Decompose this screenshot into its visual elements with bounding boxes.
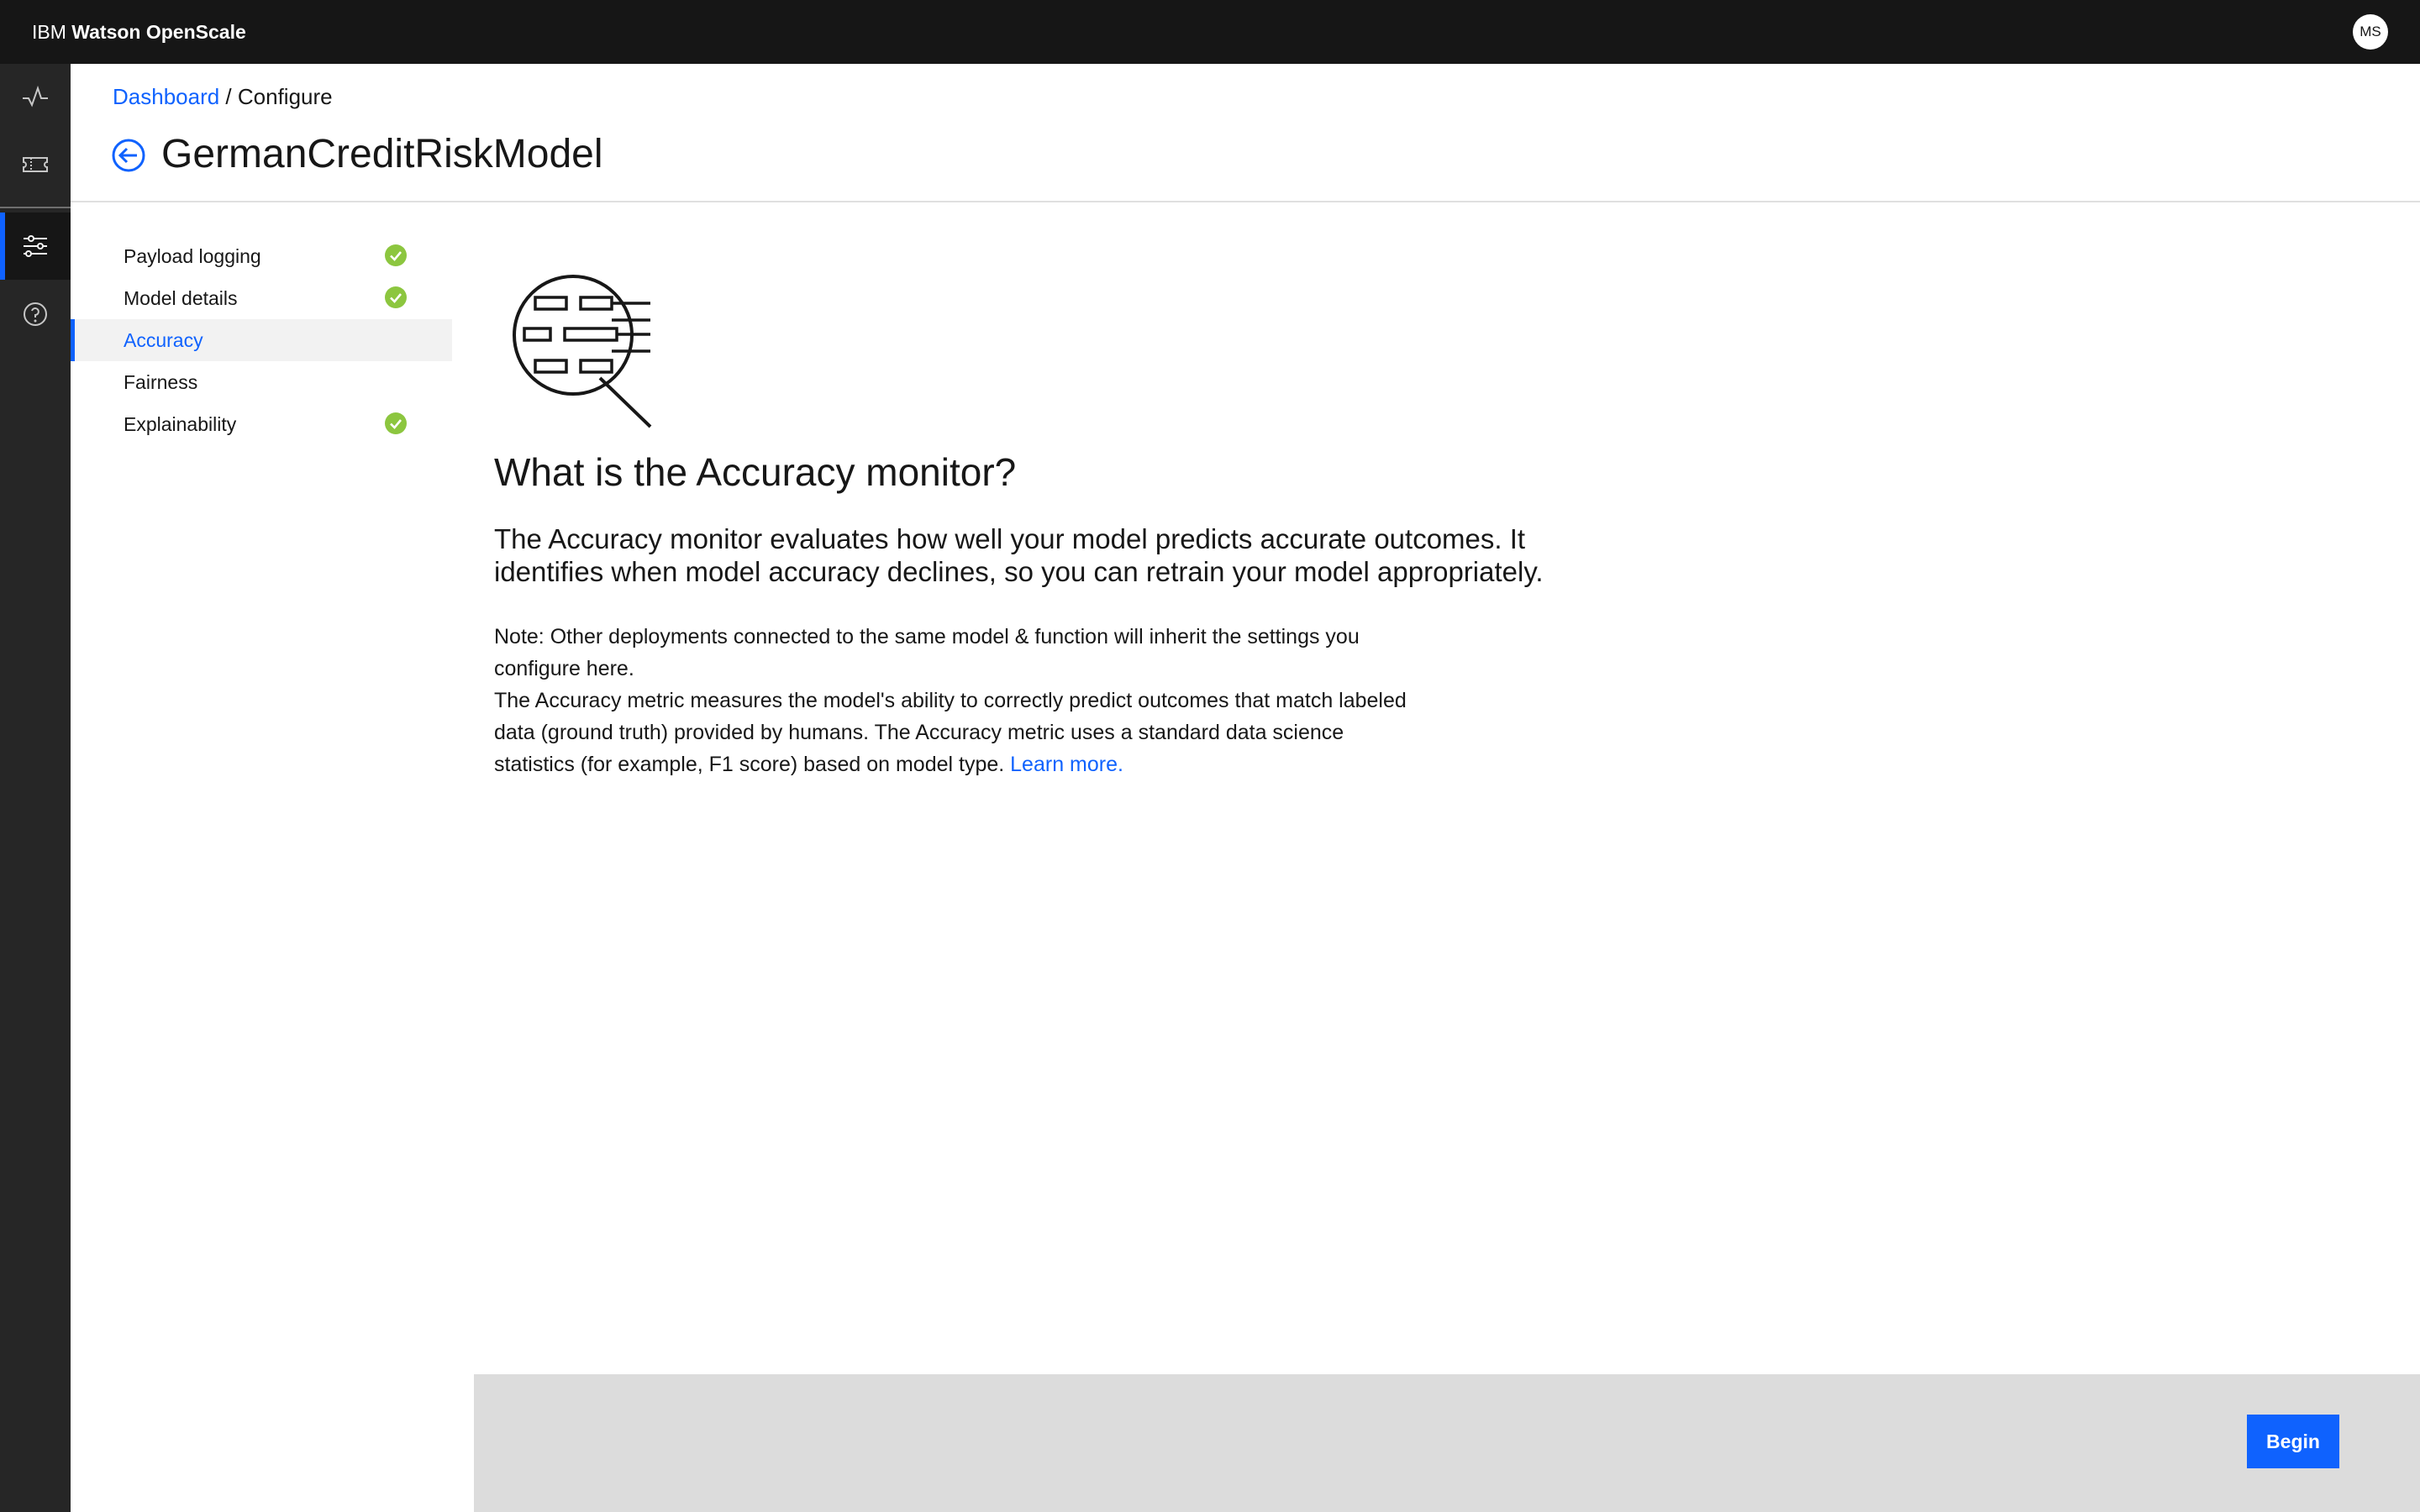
step-label: Explainability — [124, 413, 237, 435]
breadcrumb-current: Configure — [237, 84, 333, 109]
checkmark-icon — [385, 412, 407, 434]
step-label: Payload logging — [124, 245, 261, 267]
left-nav-rail — [0, 64, 71, 1512]
step-payload-logging[interactable]: Payload logging — [71, 235, 452, 277]
content-lead: The Accuracy monitor evaluates how well … — [494, 523, 1544, 587]
checkmark-icon — [385, 244, 407, 266]
step-explainability[interactable]: Explainability — [71, 403, 452, 445]
ticket-icon — [23, 157, 48, 172]
help-icon — [24, 302, 47, 326]
step-model-details[interactable]: Model details — [71, 277, 452, 319]
step-label: Model details — [124, 287, 238, 309]
breadcrumb: Dashboard / Configure — [113, 84, 333, 110]
magnifier-data-illustration-icon — [513, 275, 652, 428]
content-note: Note: Other deployments connected to the… — [494, 621, 1427, 780]
note-text: Note: Other deployments connected to the… — [494, 625, 1360, 680]
metric-description: The Accuracy metric measures the model's… — [494, 685, 1427, 780]
metric-text: The Accuracy metric measures the model's… — [494, 689, 1407, 776]
rail-review-button[interactable] — [0, 131, 71, 198]
breadcrumb-separator: / — [219, 84, 238, 109]
activity-icon — [23, 85, 48, 108]
step-label: Fairness — [124, 371, 198, 393]
content-title: What is the Accuracy monitor? — [494, 450, 1017, 494]
user-avatar[interactable]: MS — [2353, 14, 2388, 50]
step-label: Accuracy — [124, 329, 203, 351]
begin-button[interactable]: Begin — [2247, 1415, 2339, 1468]
rail-help-button[interactable] — [0, 281, 71, 348]
step-fairness[interactable]: Fairness — [71, 361, 452, 403]
rail-divider — [0, 207, 71, 208]
checkmark-icon — [385, 286, 407, 308]
breadcrumb-dashboard-link[interactable]: Dashboard — [113, 84, 219, 109]
settings-sliders-icon — [24, 235, 47, 257]
footer-bar — [474, 1374, 2420, 1512]
back-arrow-icon[interactable] — [111, 138, 146, 173]
page-title: GermanCreditRiskModel — [161, 132, 603, 176]
app-brand[interactable]: IBM Watson OpenScale — [32, 0, 246, 64]
rail-configure-button[interactable] — [0, 213, 71, 280]
step-accuracy[interactable]: Accuracy — [71, 319, 452, 361]
brand-prefix: IBM — [32, 21, 66, 43]
learn-more-link[interactable]: Learn more. — [1010, 753, 1123, 776]
top-header: IBM Watson OpenScale MS — [0, 0, 2420, 64]
header-divider — [71, 201, 2420, 202]
rail-insights-button[interactable] — [0, 64, 71, 131]
configure-steps-nav: Payload logging Model details Accuracy F… — [71, 235, 452, 445]
brand-name: Watson OpenScale — [71, 21, 246, 43]
